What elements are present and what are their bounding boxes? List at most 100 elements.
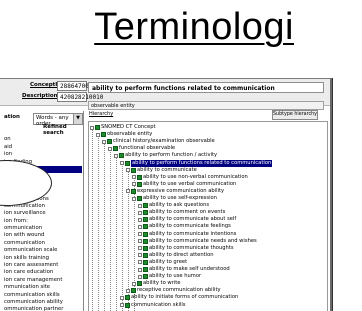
list-item[interactable]: ion from: [0,218,82,225]
tree-node[interactable]: ability to communicate feelings [138,223,231,230]
tree-node[interactable]: observable entity [96,131,152,138]
tree-guide-line [92,128,93,311]
concept-icon [137,181,142,187]
tree-node[interactable]: expressive communication ability [126,188,224,195]
tree-node[interactable]: ability to perform functions related to … [120,159,273,167]
expand-toggle-icon[interactable] [132,182,136,187]
list-item[interactable]: ion surveillance [0,210,82,217]
expand-toggle-icon[interactable] [126,288,130,293]
expand-toggle-icon[interactable] [138,267,142,272]
expand-toggle-icon[interactable] [138,260,142,265]
tree-node-label: ability to use verbal communication [143,180,237,187]
expand-toggle-icon[interactable] [138,232,142,237]
concept-icon [113,146,118,152]
expand-toggle-icon[interactable] [126,189,130,194]
tree-node[interactable]: clinical history/examination observable [102,138,215,145]
tree-node-label: ability to initiate forms of communicati… [131,294,239,301]
concept-icon [143,210,148,216]
expand-toggle-icon[interactable] [138,217,142,222]
expand-toggle-icon[interactable] [120,303,124,308]
tree-node[interactable]: receptive communication ability [126,287,221,294]
tree-node[interactable]: ability to initiate forms of communicati… [120,294,238,301]
expand-toggle-icon[interactable] [120,295,124,300]
concept-icon [143,245,148,251]
list-item[interactable]: ion with wound [0,232,82,239]
tree-node[interactable]: SNOMED CT Concept [90,124,156,131]
tree-node[interactable]: functional observable [108,145,175,152]
list-item[interactable]: ion care management [0,277,82,284]
tree-node-label: ability to communicate intentions [149,230,237,237]
expand-toggle-icon[interactable] [96,132,100,137]
list-item[interactable]: ommunication partner [0,306,82,311]
list-item[interactable]: ion skills training [0,255,82,262]
tree-node[interactable]: ability to comment on events [138,209,225,216]
tree-node[interactable]: communication skills [120,302,186,309]
list-item[interactable]: communication ability [0,299,82,306]
list-item[interactable]: ion care assessment [0,262,82,269]
expand-toggle-icon[interactable] [108,146,112,151]
expand-toggle-icon[interactable] [138,253,142,258]
tree-node[interactable]: ability to use verbal communication [132,181,236,188]
concept-icon [125,160,130,166]
list-item[interactable]: aid [0,144,82,151]
tree-node-label: ability to perform functions related to … [131,159,273,167]
tree-node-label: functional observable [119,145,176,152]
list-item[interactable]: ommunication scale [0,247,82,254]
concept-icon [101,132,106,138]
description-id-field[interactable]: 420828210010 [57,92,103,102]
tree-node[interactable]: ability to perform function / activity [114,152,217,159]
tree-node-label: ability to perform function / activity [125,152,218,159]
expand-toggle-icon[interactable] [138,246,142,251]
expand-toggle-icon[interactable] [138,224,142,229]
tree-node[interactable]: ability to communicate intentions [138,231,236,238]
concept-icon [119,153,124,159]
tree-node[interactable]: ability to direct attention [138,252,214,259]
concept-id-field[interactable]: 288647000 [57,81,93,91]
expand-toggle-icon[interactable] [132,175,136,180]
list-item[interactable]: ommunication [0,225,82,232]
list-item[interactable]: ion care education [0,269,82,276]
tree-node[interactable]: ability to use humor [138,273,201,280]
tree-node[interactable]: ability to use non-verbal communication [132,174,248,181]
concept-icon [137,281,142,287]
tree-node[interactable]: ability to communicate needs and wishes [138,238,257,245]
list-item[interactable]: ion [0,151,82,158]
tree-node[interactable]: ability to communicate about self [138,216,236,223]
slide: Terminologi ConceptId 288647000 Descript… [0,0,362,311]
list-item[interactable]: on [0,136,82,143]
list-item[interactable]: mmunication site [0,284,82,291]
list-item[interactable] [0,129,82,136]
expand-toggle-icon[interactable] [138,274,142,279]
list-item[interactable]: communication [0,240,82,247]
expand-toggle-icon[interactable] [132,196,136,201]
preferred-term-field[interactable]: ability to perform functions related to … [88,82,324,93]
expand-toggle-icon[interactable] [126,168,130,173]
subtype-hierarchy-button[interactable]: Subtype hierarchy [272,110,318,120]
tree-node[interactable]: ability to communicate [126,167,197,174]
tree-node-label: ability to communicate about self [149,216,237,223]
expand-toggle-icon[interactable] [132,281,136,286]
expand-toggle-icon[interactable] [114,153,118,158]
tree-node-label: ability to communicate needs and wishes [149,237,257,244]
expand-toggle-icon[interactable] [138,239,142,244]
concept-icon [143,203,148,209]
tree-node[interactable]: ability to use self-expression [132,195,217,202]
tree-node[interactable]: ability to write [132,280,180,287]
list-item[interactable]: communication skills [0,292,82,299]
tree-node[interactable]: ability to greet [138,259,187,266]
expand-toggle-icon[interactable] [90,125,94,130]
tree-node[interactable]: ability to ask questions [138,202,209,209]
expand-toggle-icon[interactable] [120,161,124,166]
tree-node-label: ability to communicate [137,166,197,173]
expand-toggle-icon[interactable] [138,210,142,215]
tree-node-label: ability to use non-verbal communication [143,173,248,180]
expand-toggle-icon[interactable] [138,203,142,208]
concept-icon [143,267,148,273]
expand-toggle-icon[interactable] [102,139,106,144]
tree-node-label: expressive communication ability [137,187,225,194]
tree-node[interactable]: ability to make self understood [138,266,230,273]
tree-guide-line [116,156,117,311]
tree-node-label: receptive communication ability [137,287,221,294]
tree-node[interactable]: ability to communicate thoughts [138,245,234,252]
tree-node-label: ability to ask questions [149,202,210,209]
